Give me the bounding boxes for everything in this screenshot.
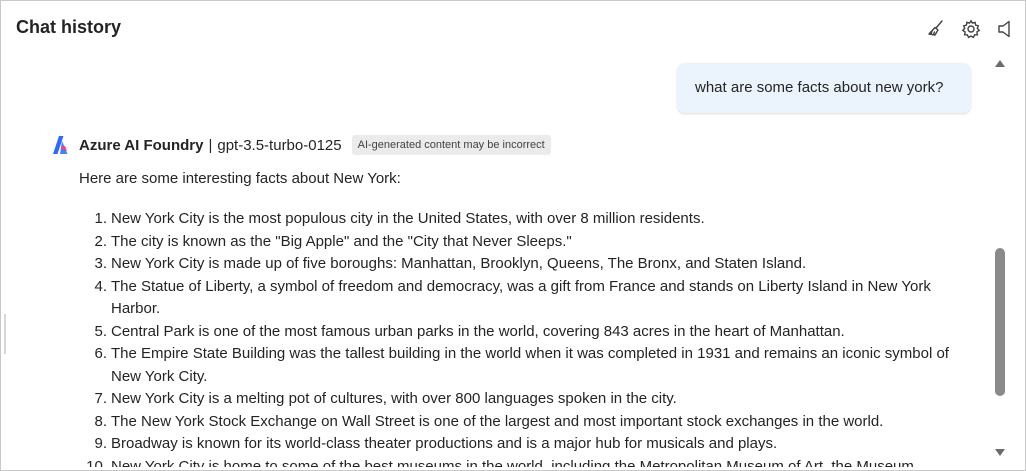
list-item-text: The Statue of Liberty, a symbol of freed…	[111, 277, 931, 318]
gear-icon[interactable]	[959, 17, 983, 41]
assistant-model: gpt-3.5-turbo-0125	[217, 136, 342, 154]
scrollbar-thumb[interactable]	[995, 248, 1005, 396]
list-item: 9. Broadway is known for its world-class …	[79, 433, 979, 456]
azure-ai-foundry-logo-icon	[53, 136, 68, 154]
list-item-number: 2.	[94, 232, 107, 250]
assistant-separator: |	[208, 136, 213, 154]
list-item-text: New York City is a melting pot of cultur…	[111, 390, 677, 407]
list-item: 7. New York City is a melting pot of cult…	[79, 388, 979, 411]
chat-header: Chat history	[1, 1, 1026, 57]
list-item-text: New York City is made up of five borough…	[111, 255, 807, 272]
list-item: 6. The Empire State Building was the tall…	[79, 343, 979, 388]
list-item-number: 6.	[94, 345, 107, 362]
list-item-number: 4.	[94, 277, 107, 295]
assistant-intro-text: Here are some interesting facts about Ne…	[79, 170, 401, 187]
list-item-text: New York City is the most populous city …	[111, 210, 705, 227]
list-item-text: New York City is home to some of the bes…	[111, 457, 914, 468]
page-title: Chat history	[16, 17, 122, 37]
list-item: 10. New York City is home to some of the …	[79, 456, 979, 468]
list-item-number: 7.	[94, 390, 107, 407]
list-item-number: 8.	[94, 412, 107, 430]
list-item: 8. The New York Stock Exchange on Wall St…	[79, 411, 979, 434]
facts-list: 1. New York City is the most populous cit…	[79, 208, 979, 467]
resize-handle[interactable]	[4, 314, 6, 354]
user-message-bubble: what are some facts about new york?	[677, 63, 971, 113]
speaker-icon[interactable]	[993, 17, 1017, 41]
assistant-name: Azure AI Foundry	[79, 136, 204, 154]
list-item-number: 1.	[94, 210, 107, 227]
list-item-text: The Empire State Building was the talles…	[111, 345, 949, 385]
chat-messages: what are some facts about new york? Azur…	[1, 57, 991, 467]
list-item-number: 10.	[86, 457, 107, 468]
chat-window: Chat history what are some facts about n…	[0, 0, 1026, 471]
list-item: 2. The city is known as the "Big Apple" a…	[79, 231, 979, 254]
list-item-text: The New York Stock Exchange on Wall Stre…	[111, 412, 884, 430]
assistant-header: Azure AI Foundry | gpt-3.5-turbo-0125 AI…	[50, 133, 551, 157]
list-item: 5. Central Park is one of the most famous…	[79, 321, 979, 344]
scroll-down-arrow-icon[interactable]	[993, 447, 1007, 459]
list-item-number: 3.	[94, 255, 107, 272]
list-item-number: 5.	[94, 322, 107, 340]
scroll-up-arrow-icon[interactable]	[993, 57, 1007, 69]
list-item-text: Broadway is known for its world-class th…	[111, 435, 778, 452]
list-item: 1. New York City is the most populous cit…	[79, 208, 979, 231]
broom-icon[interactable]	[924, 17, 948, 41]
list-item-text: Central Park is one of the most famous u…	[111, 322, 845, 340]
list-item-number: 9.	[94, 435, 107, 452]
list-item: 4. The Statue of Liberty, a symbol of fre…	[79, 276, 979, 321]
list-item-text: The city is known as the "Big Apple" and…	[111, 232, 572, 250]
ai-disclaimer-badge: AI-generated content may be incorrect	[351, 135, 551, 155]
list-item: 3. New York City is made up of five borou…	[79, 253, 979, 276]
